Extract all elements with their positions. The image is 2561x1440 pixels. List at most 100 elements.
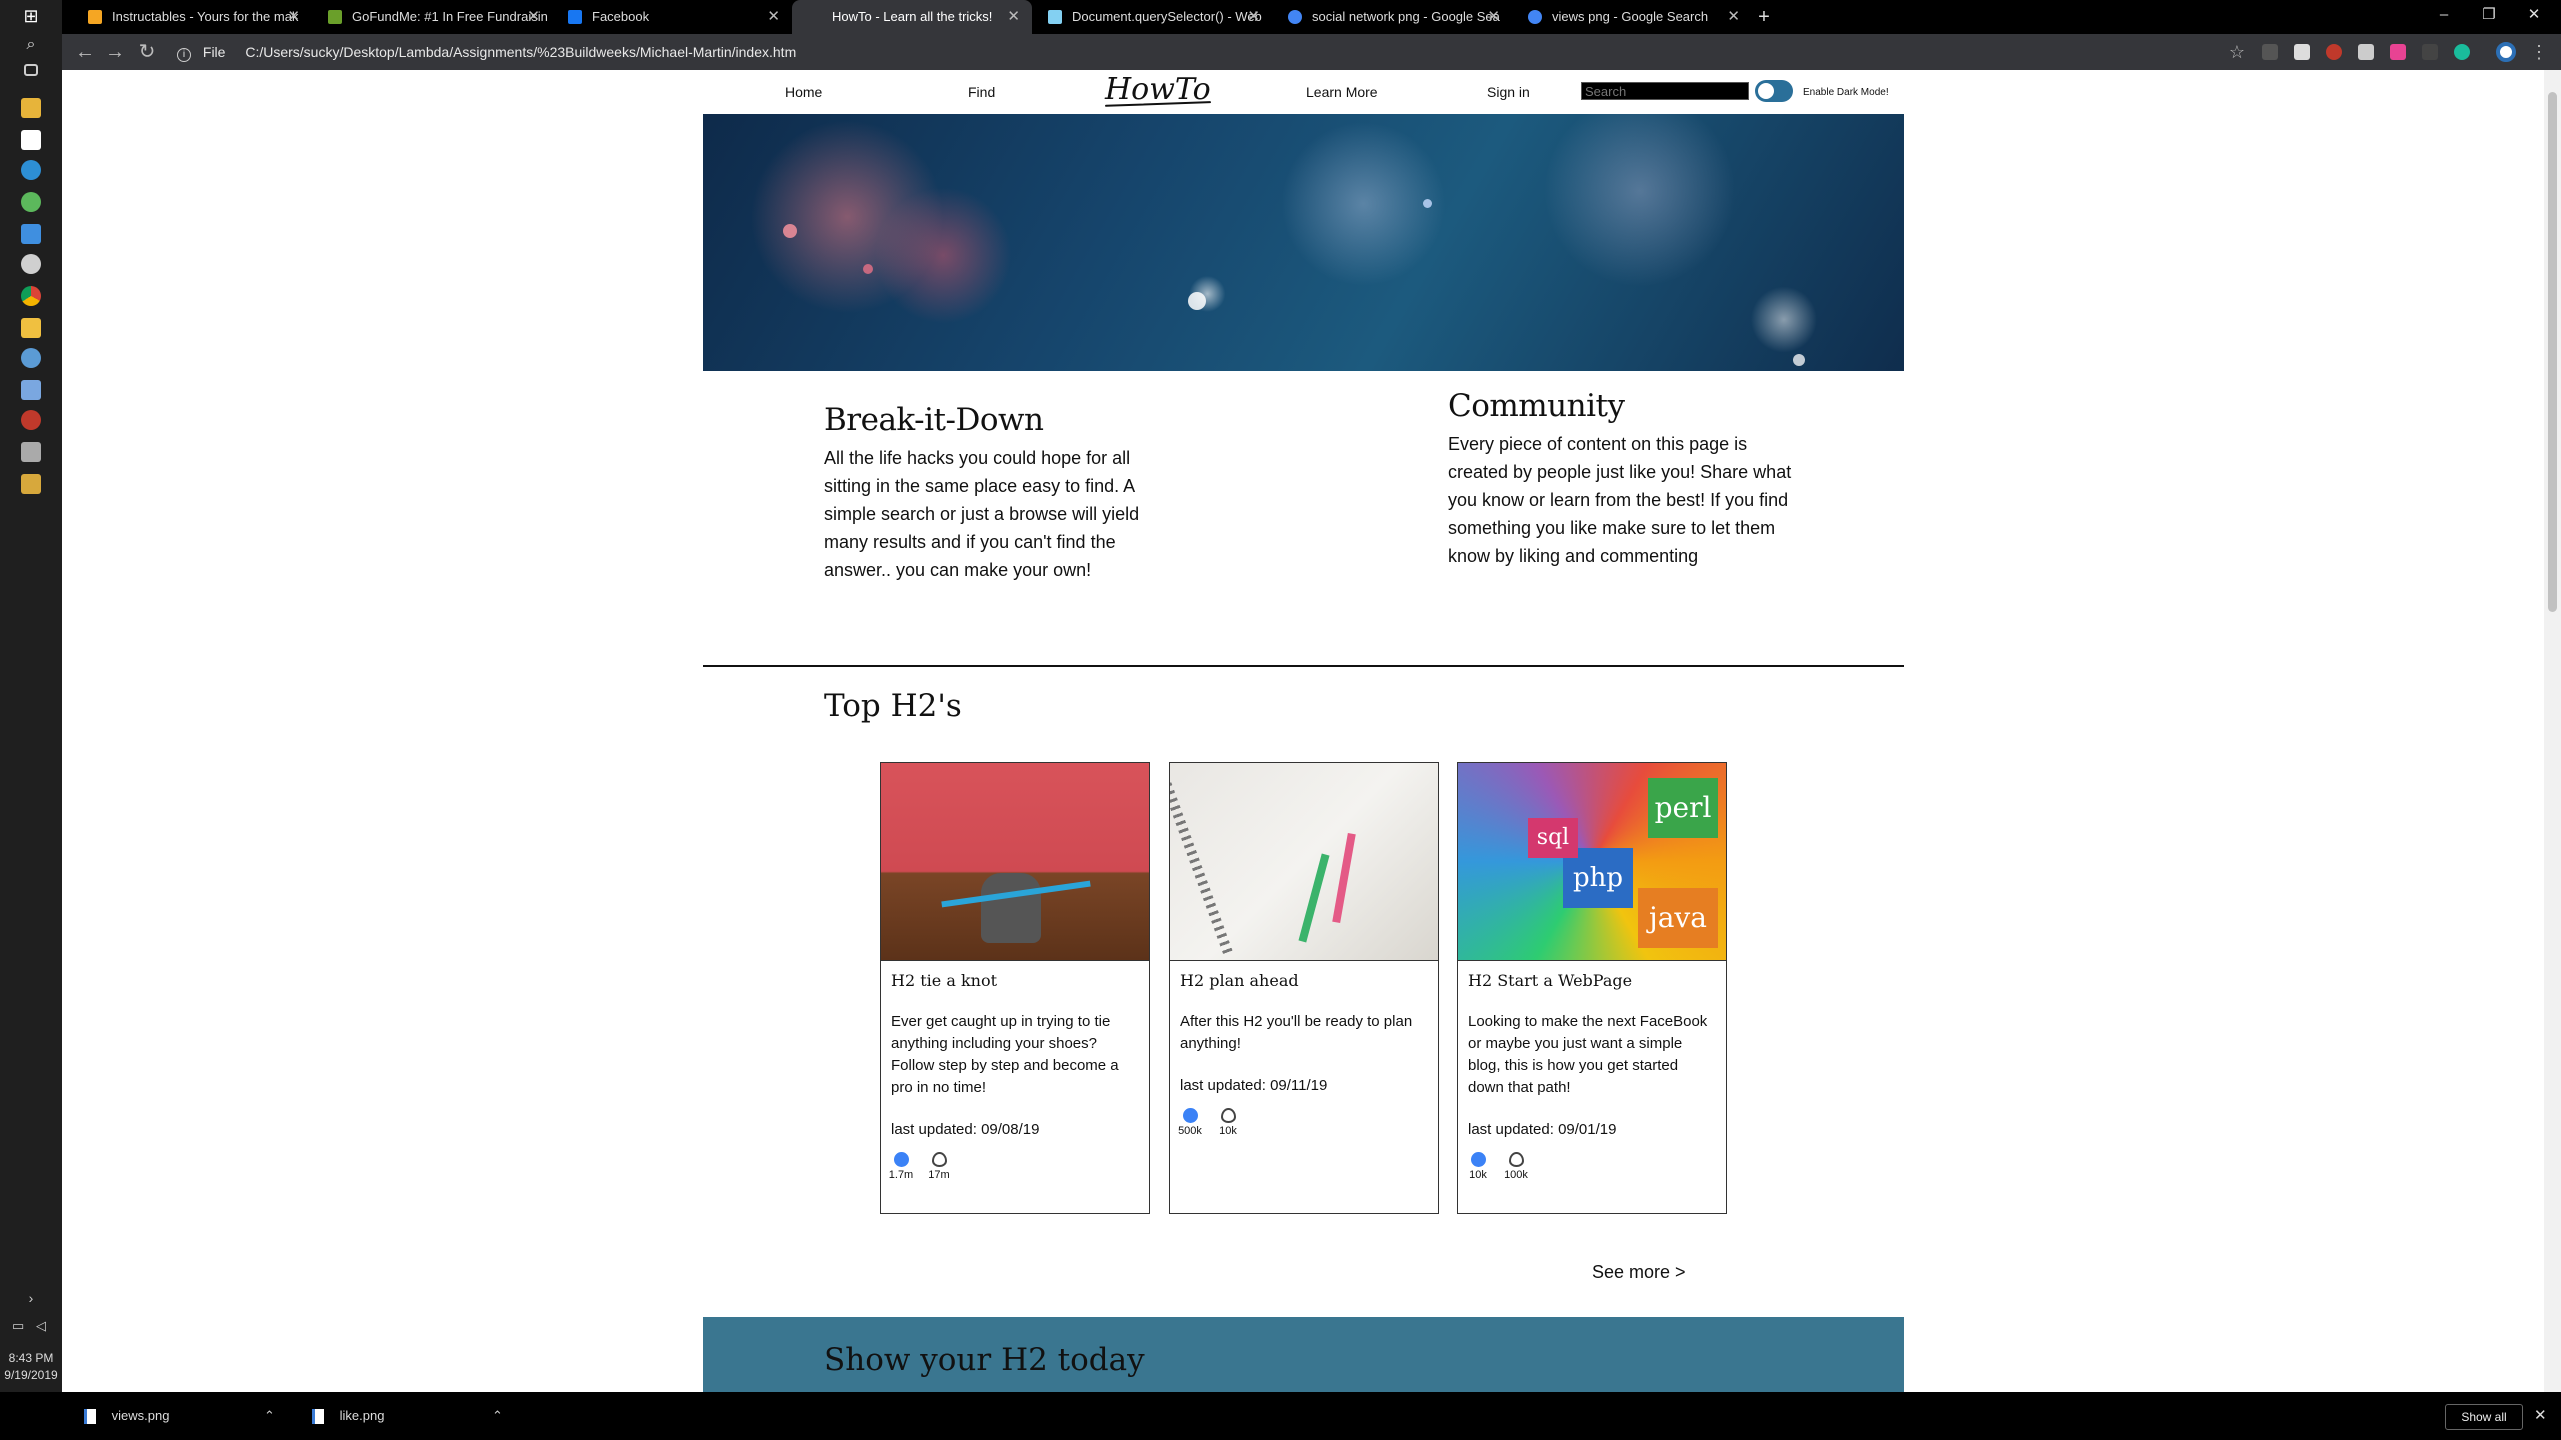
view-count-value: 17m: [928, 1169, 950, 1181]
card-description: Looking to make the next FaceBook or may…: [1468, 1013, 1708, 1096]
pinned-app-icon[interactable]: [21, 98, 41, 118]
pinned-app-icon[interactable]: [21, 410, 41, 430]
pinned-app-icon[interactable]: [21, 254, 41, 274]
extension-icon[interactable]: [2422, 44, 2438, 60]
extension-icon[interactable]: [2294, 44, 2310, 60]
page-scrollbar[interactable]: [2544, 70, 2561, 1392]
cta-title: Show your H2 today: [824, 1342, 1145, 1378]
restore-button[interactable]: ❐: [2467, 0, 2511, 30]
see-more-link[interactable]: See more >: [1592, 1262, 1686, 1283]
reload-icon[interactable]: ↻: [132, 34, 162, 70]
tab-google-views[interactable]: views png - Google Search ✕: [1512, 0, 1752, 34]
like-count[interactable]: 10k: [1458, 1152, 1498, 1181]
chevron-up-icon[interactable]: ⌃: [492, 1392, 503, 1440]
search-input[interactable]: [1581, 82, 1749, 100]
tab-title: Facebook: [592, 9, 650, 24]
like-count[interactable]: 1.7m: [881, 1152, 921, 1181]
volume-icon[interactable]: ◁: [36, 1318, 52, 1338]
network-icon[interactable]: ▭: [12, 1318, 28, 1338]
card-start-a-webpage[interactable]: php java perl sql H2 Start a WebPage Loo…: [1457, 762, 1727, 1214]
profile-avatar[interactable]: [2496, 42, 2516, 62]
pinned-app-icon[interactable]: [21, 160, 41, 180]
card-description: Ever get caught up in trying to tie anyt…: [891, 1013, 1119, 1096]
windows-start-icon[interactable]: ⊞: [21, 6, 41, 26]
hero-bokeh: [1793, 354, 1805, 366]
mail-icon[interactable]: [21, 130, 41, 150]
tab-title: Instructables - Yours for the mak: [112, 9, 299, 24]
nav-learn-more[interactable]: Learn More: [1306, 84, 1378, 100]
forward-icon[interactable]: →: [100, 34, 130, 70]
card-title[interactable]: H2 tie a knot: [891, 971, 997, 990]
close-icon[interactable]: ✕: [287, 0, 300, 34]
download-item-like[interactable]: like.png ⌃: [312, 1392, 512, 1440]
extension-icon[interactable]: [2454, 44, 2470, 60]
minimize-button[interactable]: –: [2422, 0, 2466, 30]
extension-icon[interactable]: [2358, 44, 2374, 60]
view-count[interactable]: 10k: [1208, 1108, 1248, 1137]
tab-howto[interactable]: HowTo - Learn all the tricks! ✕: [792, 0, 1032, 34]
card-title[interactable]: H2 plan ahead: [1180, 971, 1299, 990]
pinned-app-icon[interactable]: [21, 192, 41, 212]
pinned-app-icon[interactable]: [21, 474, 41, 494]
extension-icon[interactable]: [2390, 44, 2406, 60]
tab-google-social[interactable]: social network png - Google Sea ✕: [1272, 0, 1512, 34]
download-filename: views.png: [111, 1408, 170, 1423]
pinned-app-icon[interactable]: [21, 380, 41, 400]
dark-mode-toggle[interactable]: [1755, 80, 1793, 102]
taskbar-date[interactable]: 9/19/2019: [0, 1367, 62, 1384]
site-logo[interactable]: HowTo: [1105, 72, 1211, 107]
task-view-icon[interactable]: [24, 64, 38, 76]
views-icon: [1508, 1152, 1524, 1167]
shoe-shape: [981, 873, 1041, 943]
nav-sign-in[interactable]: Sign in: [1487, 84, 1530, 100]
card-tie-a-knot[interactable]: H2 tie a knot Ever get caught up in tryi…: [880, 762, 1150, 1214]
close-icon[interactable]: ✕: [1727, 0, 1740, 34]
chevron-up-icon[interactable]: ›: [21, 1290, 41, 1310]
scrollbar-thumb[interactable]: [2548, 92, 2557, 612]
view-count[interactable]: 17m: [919, 1152, 959, 1181]
pinned-app-icon[interactable]: [21, 224, 41, 244]
tab-mdn[interactable]: Document.querySelector() - Web ✕: [1032, 0, 1272, 34]
file-explorer-icon[interactable]: [21, 318, 41, 338]
extension-icon[interactable]: [2326, 44, 2342, 60]
close-icon[interactable]: ✕: [767, 0, 780, 34]
close-window-button[interactable]: ✕: [2512, 0, 2556, 30]
chevron-up-icon[interactable]: ⌃: [264, 1392, 275, 1440]
close-icon[interactable]: ✕: [1487, 0, 1500, 34]
address-bar[interactable]: i File C:/Users/sucky/Desktop/Lambda/Ass…: [177, 39, 2231, 65]
steam-icon[interactable]: [21, 348, 41, 368]
card-title[interactable]: H2 Start a WebPage: [1468, 971, 1632, 990]
extension-icon[interactable]: [2262, 44, 2278, 60]
close-icon[interactable]: ✕: [1007, 0, 1020, 34]
bookmark-star-icon[interactable]: ☆: [2222, 34, 2252, 70]
view-count[interactable]: 100k: [1496, 1152, 1536, 1181]
close-icon[interactable]: ✕: [1247, 0, 1260, 34]
back-icon[interactable]: ←: [70, 34, 100, 70]
instructables-icon: [88, 10, 102, 24]
menu-icon[interactable]: ⋮: [2524, 34, 2554, 70]
search-icon[interactable]: ⌕: [21, 36, 41, 56]
new-tab-button[interactable]: +: [1742, 0, 1786, 34]
tab-instructables[interactable]: Instructables - Yours for the mak ✕: [72, 0, 312, 34]
feature-text: All the life hacks you could hope for al…: [824, 448, 1140, 580]
taskbar-time[interactable]: 8:43 PM: [0, 1350, 62, 1367]
close-icon[interactable]: ✕: [527, 0, 540, 34]
download-item-views[interactable]: views.png ⌃: [84, 1392, 284, 1440]
site-nav: Home Find HowTo Learn More Sign in Enabl…: [703, 70, 1904, 114]
nav-home[interactable]: Home: [785, 84, 822, 100]
show-all-button[interactable]: Show all: [2445, 1404, 2523, 1430]
tab-gofundme[interactable]: GoFundMe: #1 In Free Fundraisin ✕: [312, 0, 552, 34]
pinned-app-icon[interactable]: [21, 442, 41, 462]
tab-title: Document.querySelector() - Web: [1072, 9, 1262, 24]
info-icon[interactable]: i: [177, 48, 191, 62]
file-icon: [84, 1409, 96, 1425]
chrome-icon[interactable]: [21, 286, 41, 306]
tab-title: HowTo - Learn all the tricks!: [832, 9, 993, 24]
close-icon[interactable]: ✕: [2534, 1406, 2547, 1424]
planner-image: [1170, 763, 1438, 961]
tab-facebook[interactable]: Facebook ✕: [552, 0, 792, 34]
show-your-h2-section: Show your H2 today: [703, 1317, 1904, 1392]
card-plan-ahead[interactable]: H2 plan ahead After this H2 you'll be re…: [1169, 762, 1439, 1214]
nav-find[interactable]: Find: [968, 84, 995, 100]
like-count[interactable]: 500k: [1170, 1108, 1210, 1137]
